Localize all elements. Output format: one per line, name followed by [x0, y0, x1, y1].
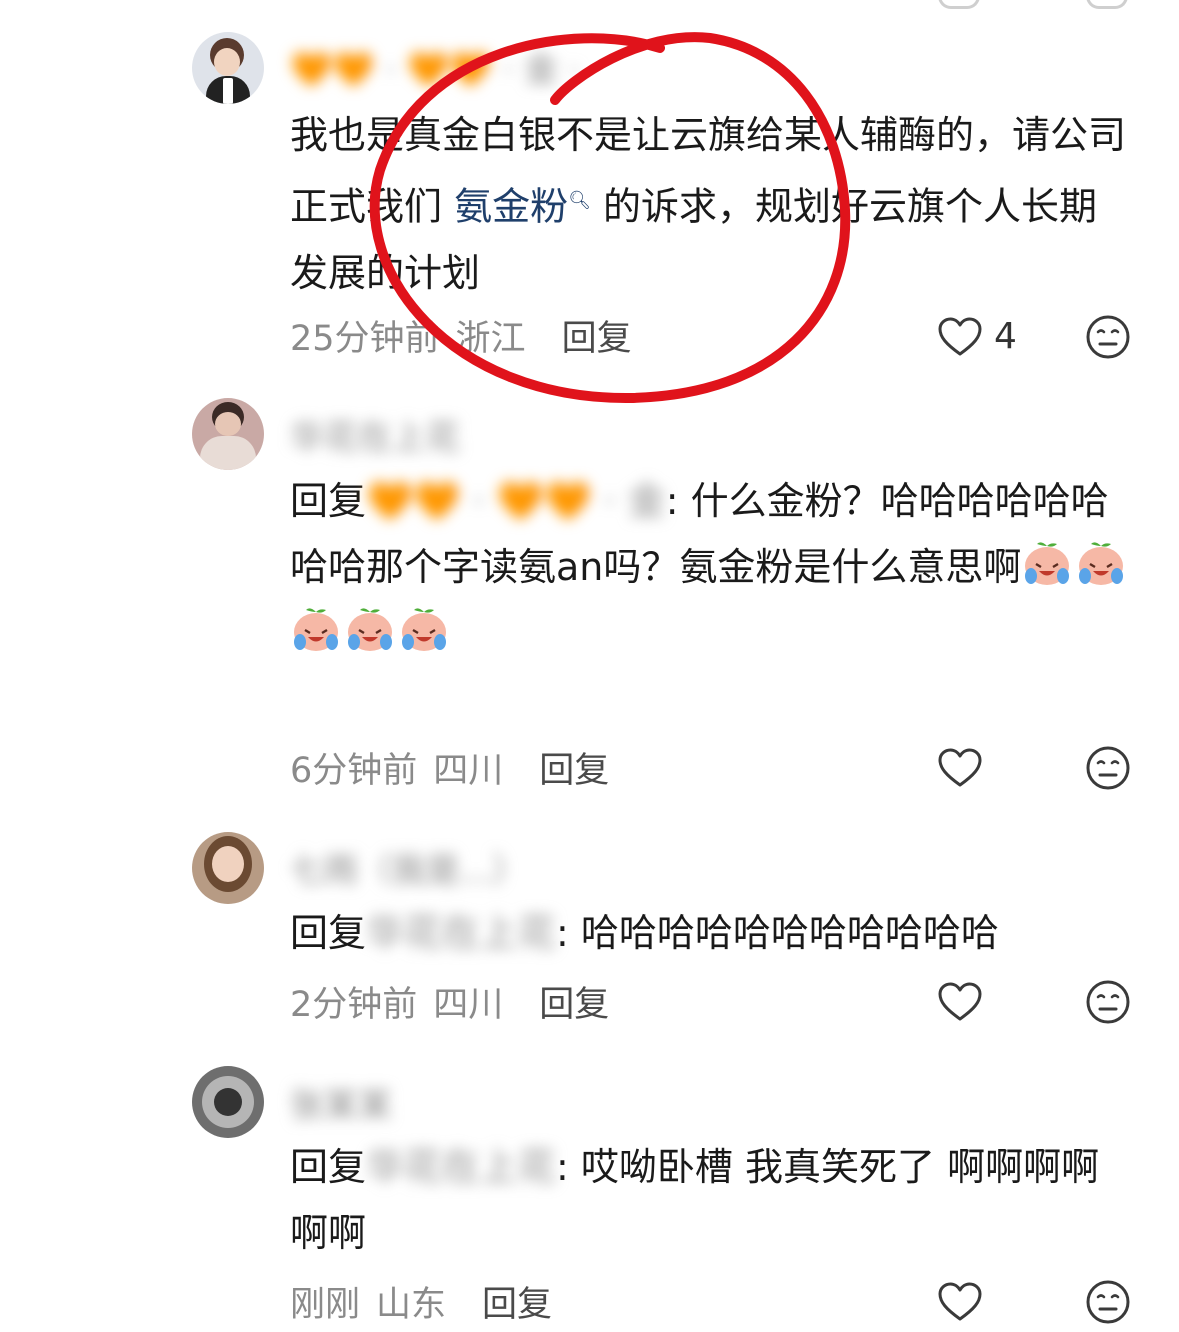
meh-face-icon[interactable]: [1084, 978, 1132, 1026]
comment-text: 回复华花在上花: 哎呦卧槽 我真笑死了 啊啊啊啊啊啊: [290, 1134, 1135, 1266]
comment-meta: 刚刚 山东 回复: [290, 1276, 552, 1326]
crying-laughing-peach-emoji: [1025, 542, 1070, 585]
reply-target[interactable]: 华花在上花: [366, 1145, 556, 1189]
avatar[interactable]: [192, 1066, 264, 1138]
reply-button[interactable]: 回复: [562, 310, 632, 361]
comment-text: 回复🧡🧡 · 🧡🧡 · 金: 什么金粉？哈哈哈哈哈哈哈哈那个字读氨an吗？氨金粉…: [290, 468, 1135, 666]
comment-text: 我也是真金白银不是让云旗给某人辅酶的，请公司正式我们 氨金粉🔍︎ 的诉求，规划好…: [290, 102, 1135, 306]
username[interactable]: 华花在上花: [290, 410, 460, 458]
crying-laughing-peach-emoji: [348, 608, 392, 651]
comment-time: 6分钟前: [290, 750, 418, 791]
comment-location: 四川: [433, 984, 504, 1025]
reply-target[interactable]: 华花在上花: [366, 911, 556, 955]
crying-laughing-peach-emoji: [294, 608, 338, 651]
avatar[interactable]: [192, 832, 264, 904]
comment-location: 山东: [376, 1284, 447, 1325]
comment-location: 四川: [433, 750, 504, 791]
search-icon[interactable]: 🔍︎: [568, 190, 591, 211]
reply-prefix: 回复: [290, 1145, 367, 1189]
comment-meta: 25分钟前 浙江 回复: [290, 310, 632, 360]
username[interactable]: 🧡🧡 · 🧡🧡 · 金 ·: [290, 42, 580, 90]
cut-off-icon: [1086, 0, 1128, 9]
comment-text: 回复华花在上花: 哈哈哈哈哈哈哈哈哈哈哈: [290, 900, 1135, 966]
comment-meta: 6分钟前 四川 回复: [290, 742, 609, 792]
reply-prefix: 回复: [290, 479, 367, 523]
meh-face-icon[interactable]: [1084, 1278, 1132, 1326]
reply-prefix: 回复: [290, 911, 367, 955]
comment-time: 2分钟前: [290, 984, 418, 1025]
heart-outline-icon[interactable]: [936, 978, 984, 1026]
search-link[interactable]: 氨金粉: [454, 185, 568, 229]
comment-meta: 2分钟前 四川 回复: [290, 976, 609, 1026]
meh-face-icon[interactable]: [1084, 744, 1132, 792]
heart-outline-icon[interactable]: [936, 1278, 984, 1326]
reply-button[interactable]: 回复: [539, 976, 609, 1027]
heart-outline-icon[interactable]: [936, 313, 984, 361]
crying-laughing-peach-emoji: [1079, 542, 1124, 585]
avatar[interactable]: [192, 32, 264, 104]
crying-laughing-peach-emoji: [402, 608, 446, 651]
like-count: 4: [994, 316, 1017, 357]
username[interactable]: 七雨（我是...）: [290, 843, 526, 891]
comment-time: 25分钟前: [290, 318, 440, 359]
heart-outline-icon[interactable]: [936, 744, 984, 792]
avatar[interactable]: [192, 398, 264, 470]
reply-target[interactable]: 🧡🧡 · 🧡🧡 · 金: [366, 479, 666, 523]
comment-time: 刚刚: [290, 1284, 361, 1325]
reply-button[interactable]: 回复: [539, 742, 609, 793]
reply-button[interactable]: 回复: [482, 1276, 552, 1327]
cut-off-icon: [938, 0, 980, 9]
comment-location: 浙江: [455, 318, 526, 359]
comment-text-part: : 哈哈哈哈哈哈哈哈哈哈哈: [556, 911, 999, 955]
meh-face-icon[interactable]: [1084, 313, 1132, 361]
username[interactable]: 张某某: [290, 1078, 392, 1126]
